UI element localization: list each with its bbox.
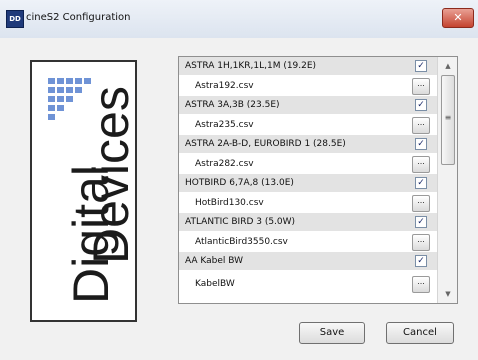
- file-row: HotBird130.csv ...: [179, 192, 437, 213]
- satellite-row[interactable]: AA Kabel BW ✓: [179, 252, 437, 270]
- logo-word-devices: Devices: [83, 86, 137, 264]
- window-body: Digital Devices ASTRA 1H,1KR,1L,1M (19.2…: [0, 38, 478, 360]
- file-name: HotBird130.csv: [195, 198, 264, 208]
- satellite-checkbox[interactable]: ✓: [415, 255, 427, 267]
- file-name: Astra192.csv: [195, 81, 254, 91]
- window-title: cineS2 Configuration: [26, 12, 131, 23]
- browse-button[interactable]: ...: [412, 276, 430, 293]
- satellite-checkbox[interactable]: ✓: [415, 177, 427, 189]
- satellite-name: ASTRA 2A-B-D, EUROBIRD 1 (28.5E): [185, 139, 346, 149]
- satellite-row[interactable]: ASTRA 1H,1KR,1L,1M (19.2E) ✓: [179, 57, 437, 75]
- file-row: Astra282.csv ...: [179, 153, 437, 174]
- channel-list[interactable]: ASTRA 1H,1KR,1L,1M (19.2E) ✓ Astra192.cs…: [178, 56, 458, 304]
- file-row: KabelBW ...: [179, 270, 437, 293]
- satellite-checkbox[interactable]: ✓: [415, 60, 427, 72]
- satellite-checkbox[interactable]: ✓: [415, 99, 427, 111]
- app-icon: DD: [6, 10, 24, 28]
- digital-devices-logo: Digital Devices: [30, 60, 137, 322]
- satellite-row[interactable]: ASTRA 2A-B-D, EUROBIRD 1 (28.5E) ✓: [179, 135, 437, 153]
- file-row: Astra235.csv ...: [179, 114, 437, 135]
- file-name: Astra235.csv: [195, 120, 254, 130]
- file-row: Astra192.csv ...: [179, 75, 437, 96]
- grip-icon: ≡: [444, 113, 452, 122]
- scroll-down-arrow-icon[interactable]: ▼: [443, 290, 453, 298]
- file-row: AtlanticBird3550.csv ...: [179, 231, 437, 252]
- satellite-name: HOTBIRD 6,7A,8 (13.0E): [185, 178, 294, 188]
- satellite-row[interactable]: HOTBIRD 6,7A,8 (13.0E) ✓: [179, 174, 437, 192]
- satellite-name: ASTRA 3A,3B (23.5E): [185, 100, 280, 110]
- vertical-scrollbar[interactable]: ▲ ≡ ▼: [437, 57, 457, 303]
- satellite-name: AA Kabel BW: [185, 256, 244, 266]
- cancel-button[interactable]: Cancel: [386, 322, 454, 344]
- satellite-checkbox[interactable]: ✓: [415, 216, 427, 228]
- file-name: Astra282.csv: [195, 159, 254, 169]
- satellite-row[interactable]: ATLANTIC BIRD 3 (5.0W) ✓: [179, 213, 437, 231]
- save-button[interactable]: Save: [299, 322, 365, 344]
- title-bar: DD cineS2 Configuration ✕: [0, 0, 478, 39]
- browse-button[interactable]: ...: [412, 156, 430, 173]
- satellite-checkbox[interactable]: ✓: [415, 138, 427, 150]
- satellite-name: ASTRA 1H,1KR,1L,1M (19.2E): [185, 61, 317, 71]
- file-name: AtlanticBird3550.csv: [195, 237, 288, 247]
- browse-button[interactable]: ...: [412, 195, 430, 212]
- close-button[interactable]: ✕: [442, 8, 474, 28]
- satellite-name: ATLANTIC BIRD 3 (5.0W): [185, 217, 296, 227]
- browse-button[interactable]: ...: [412, 78, 430, 95]
- scrollbar-thumb[interactable]: ≡: [441, 75, 455, 165]
- browse-button[interactable]: ...: [412, 117, 430, 134]
- scroll-up-arrow-icon[interactable]: ▲: [443, 62, 453, 70]
- satellite-row[interactable]: ASTRA 3A,3B (23.5E) ✓: [179, 96, 437, 114]
- file-name: KabelBW: [195, 279, 235, 289]
- browse-button[interactable]: ...: [412, 234, 430, 251]
